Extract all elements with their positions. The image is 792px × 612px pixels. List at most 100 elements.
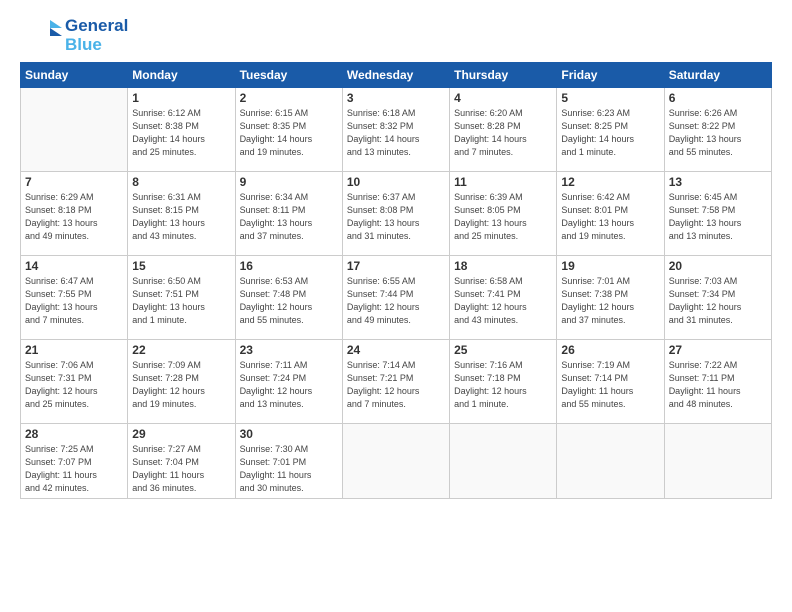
day-info: Sunrise: 6:39 AMSunset: 8:05 PMDaylight:… — [454, 191, 552, 243]
calendar-week-row: 7 Sunrise: 6:29 AMSunset: 8:18 PMDaylight… — [21, 172, 772, 256]
day-info: Sunrise: 6:34 AMSunset: 8:11 PMDaylight:… — [240, 191, 338, 243]
calendar-cell: 9 Sunrise: 6:34 AMSunset: 8:11 PMDaylight… — [235, 172, 342, 256]
weekday-header: Saturday — [664, 63, 771, 88]
day-number: 10 — [347, 175, 445, 189]
calendar-cell — [21, 88, 128, 172]
day-info: Sunrise: 6:55 AMSunset: 7:44 PMDaylight:… — [347, 275, 445, 327]
calendar-cell: 7 Sunrise: 6:29 AMSunset: 8:18 PMDaylight… — [21, 172, 128, 256]
day-number: 30 — [240, 427, 338, 441]
day-number: 25 — [454, 343, 552, 357]
day-info: Sunrise: 7:22 AMSunset: 7:11 PMDaylight:… — [669, 359, 767, 411]
calendar-cell: 23 Sunrise: 7:11 AMSunset: 7:24 PMDayligh… — [235, 340, 342, 424]
calendar-cell: 12 Sunrise: 6:42 AMSunset: 8:01 PMDayligh… — [557, 172, 664, 256]
calendar-cell: 26 Sunrise: 7:19 AMSunset: 7:14 PMDayligh… — [557, 340, 664, 424]
day-number: 15 — [132, 259, 230, 273]
day-info: Sunrise: 7:06 AMSunset: 7:31 PMDaylight:… — [25, 359, 123, 411]
day-number: 21 — [25, 343, 123, 357]
day-number: 13 — [669, 175, 767, 189]
day-number: 29 — [132, 427, 230, 441]
calendar-cell: 21 Sunrise: 7:06 AMSunset: 7:31 PMDayligh… — [21, 340, 128, 424]
day-number: 14 — [25, 259, 123, 273]
day-info: Sunrise: 7:09 AMSunset: 7:28 PMDaylight:… — [132, 359, 230, 411]
calendar-cell: 19 Sunrise: 7:01 AMSunset: 7:38 PMDayligh… — [557, 256, 664, 340]
day-info: Sunrise: 7:01 AMSunset: 7:38 PMDaylight:… — [561, 275, 659, 327]
day-number: 3 — [347, 91, 445, 105]
day-number: 24 — [347, 343, 445, 357]
day-number: 4 — [454, 91, 552, 105]
calendar-cell: 14 Sunrise: 6:47 AMSunset: 7:55 PMDayligh… — [21, 256, 128, 340]
header: GeneralBlue — [20, 16, 772, 56]
calendar-cell: 11 Sunrise: 6:39 AMSunset: 8:05 PMDayligh… — [450, 172, 557, 256]
weekday-header: Sunday — [21, 63, 128, 88]
day-info: Sunrise: 6:29 AMSunset: 8:18 PMDaylight:… — [25, 191, 123, 243]
day-number: 26 — [561, 343, 659, 357]
calendar-cell — [664, 424, 771, 499]
day-info: Sunrise: 6:47 AMSunset: 7:55 PMDaylight:… — [25, 275, 123, 327]
calendar-cell — [342, 424, 449, 499]
calendar-cell: 27 Sunrise: 7:22 AMSunset: 7:11 PMDayligh… — [664, 340, 771, 424]
day-number: 16 — [240, 259, 338, 273]
calendar-cell: 18 Sunrise: 6:58 AMSunset: 7:41 PMDayligh… — [450, 256, 557, 340]
day-number: 1 — [132, 91, 230, 105]
day-info: Sunrise: 7:11 AMSunset: 7:24 PMDaylight:… — [240, 359, 338, 411]
calendar-cell: 10 Sunrise: 6:37 AMSunset: 8:08 PMDayligh… — [342, 172, 449, 256]
calendar-cell: 2 Sunrise: 6:15 AMSunset: 8:35 PMDaylight… — [235, 88, 342, 172]
calendar-cell: 30 Sunrise: 7:30 AMSunset: 7:01 PMDayligh… — [235, 424, 342, 499]
day-info: Sunrise: 6:15 AMSunset: 8:35 PMDaylight:… — [240, 107, 338, 159]
calendar-cell: 8 Sunrise: 6:31 AMSunset: 8:15 PMDaylight… — [128, 172, 235, 256]
day-info: Sunrise: 6:12 AMSunset: 8:38 PMDaylight:… — [132, 107, 230, 159]
weekday-header: Wednesday — [342, 63, 449, 88]
day-info: Sunrise: 6:50 AMSunset: 7:51 PMDaylight:… — [132, 275, 230, 327]
calendar-cell: 1 Sunrise: 6:12 AMSunset: 8:38 PMDaylight… — [128, 88, 235, 172]
day-number: 28 — [25, 427, 123, 441]
calendar-header-row: SundayMondayTuesdayWednesdayThursdayFrid… — [21, 63, 772, 88]
weekday-header: Thursday — [450, 63, 557, 88]
calendar-week-row: 28 Sunrise: 7:25 AMSunset: 7:07 PMDayligh… — [21, 424, 772, 499]
calendar-table: SundayMondayTuesdayWednesdayThursdayFrid… — [20, 62, 772, 499]
calendar-cell: 3 Sunrise: 6:18 AMSunset: 8:32 PMDaylight… — [342, 88, 449, 172]
day-info: Sunrise: 7:19 AMSunset: 7:14 PMDaylight:… — [561, 359, 659, 411]
calendar-cell: 5 Sunrise: 6:23 AMSunset: 8:25 PMDaylight… — [557, 88, 664, 172]
weekday-header: Monday — [128, 63, 235, 88]
day-number: 19 — [561, 259, 659, 273]
calendar-cell — [450, 424, 557, 499]
logo-blue: Blue — [65, 36, 128, 55]
calendar-week-row: 14 Sunrise: 6:47 AMSunset: 7:55 PMDayligh… — [21, 256, 772, 340]
day-number: 12 — [561, 175, 659, 189]
day-number: 5 — [561, 91, 659, 105]
day-number: 27 — [669, 343, 767, 357]
calendar-cell: 4Sunrise: 6:20 AMSunset: 8:28 PMDaylight… — [450, 88, 557, 172]
day-info: Sunrise: 7:30 AMSunset: 7:01 PMDaylight:… — [240, 443, 338, 495]
day-info: Sunrise: 6:23 AMSunset: 8:25 PMDaylight:… — [561, 107, 659, 159]
day-number: 6 — [669, 91, 767, 105]
day-number: 8 — [132, 175, 230, 189]
calendar-cell: 25 Sunrise: 7:16 AMSunset: 7:18 PMDayligh… — [450, 340, 557, 424]
calendar-cell — [557, 424, 664, 499]
day-info: Sunrise: 7:25 AMSunset: 7:07 PMDaylight:… — [25, 443, 123, 495]
day-number: 11 — [454, 175, 552, 189]
day-number: 17 — [347, 259, 445, 273]
day-number: 9 — [240, 175, 338, 189]
day-info: Sunrise: 6:37 AMSunset: 8:08 PMDaylight:… — [347, 191, 445, 243]
day-info: Sunrise: 6:58 AMSunset: 7:41 PMDaylight:… — [454, 275, 552, 327]
calendar-cell: 15 Sunrise: 6:50 AMSunset: 7:51 PMDayligh… — [128, 256, 235, 340]
day-info: Sunrise: 7:03 AMSunset: 7:34 PMDaylight:… — [669, 275, 767, 327]
day-info: Sunrise: 6:42 AMSunset: 8:01 PMDaylight:… — [561, 191, 659, 243]
day-number: 23 — [240, 343, 338, 357]
day-number: 20 — [669, 259, 767, 273]
calendar-cell: 22Sunrise: 7:09 AMSunset: 7:28 PMDayligh… — [128, 340, 235, 424]
calendar-cell: 29Sunrise: 7:27 AMSunset: 7:04 PMDayligh… — [128, 424, 235, 499]
day-info: Sunrise: 6:26 AMSunset: 8:22 PMDaylight:… — [669, 107, 767, 159]
day-info: Sunrise: 6:31 AMSunset: 8:15 PMDaylight:… — [132, 191, 230, 243]
day-info: Sunrise: 6:18 AMSunset: 8:32 PMDaylight:… — [347, 107, 445, 159]
calendar-week-row: 1 Sunrise: 6:12 AMSunset: 8:38 PMDaylight… — [21, 88, 772, 172]
logo: GeneralBlue — [20, 16, 128, 56]
day-info: Sunrise: 6:53 AMSunset: 7:48 PMDaylight:… — [240, 275, 338, 327]
day-number: 7 — [25, 175, 123, 189]
day-number: 18 — [454, 259, 552, 273]
logo-svg-icon — [20, 16, 65, 56]
calendar-cell: 13Sunrise: 6:45 AMSunset: 7:58 PMDayligh… — [664, 172, 771, 256]
day-info: Sunrise: 7:16 AMSunset: 7:18 PMDaylight:… — [454, 359, 552, 411]
calendar-cell: 16 Sunrise: 6:53 AMSunset: 7:48 PMDayligh… — [235, 256, 342, 340]
day-number: 2 — [240, 91, 338, 105]
